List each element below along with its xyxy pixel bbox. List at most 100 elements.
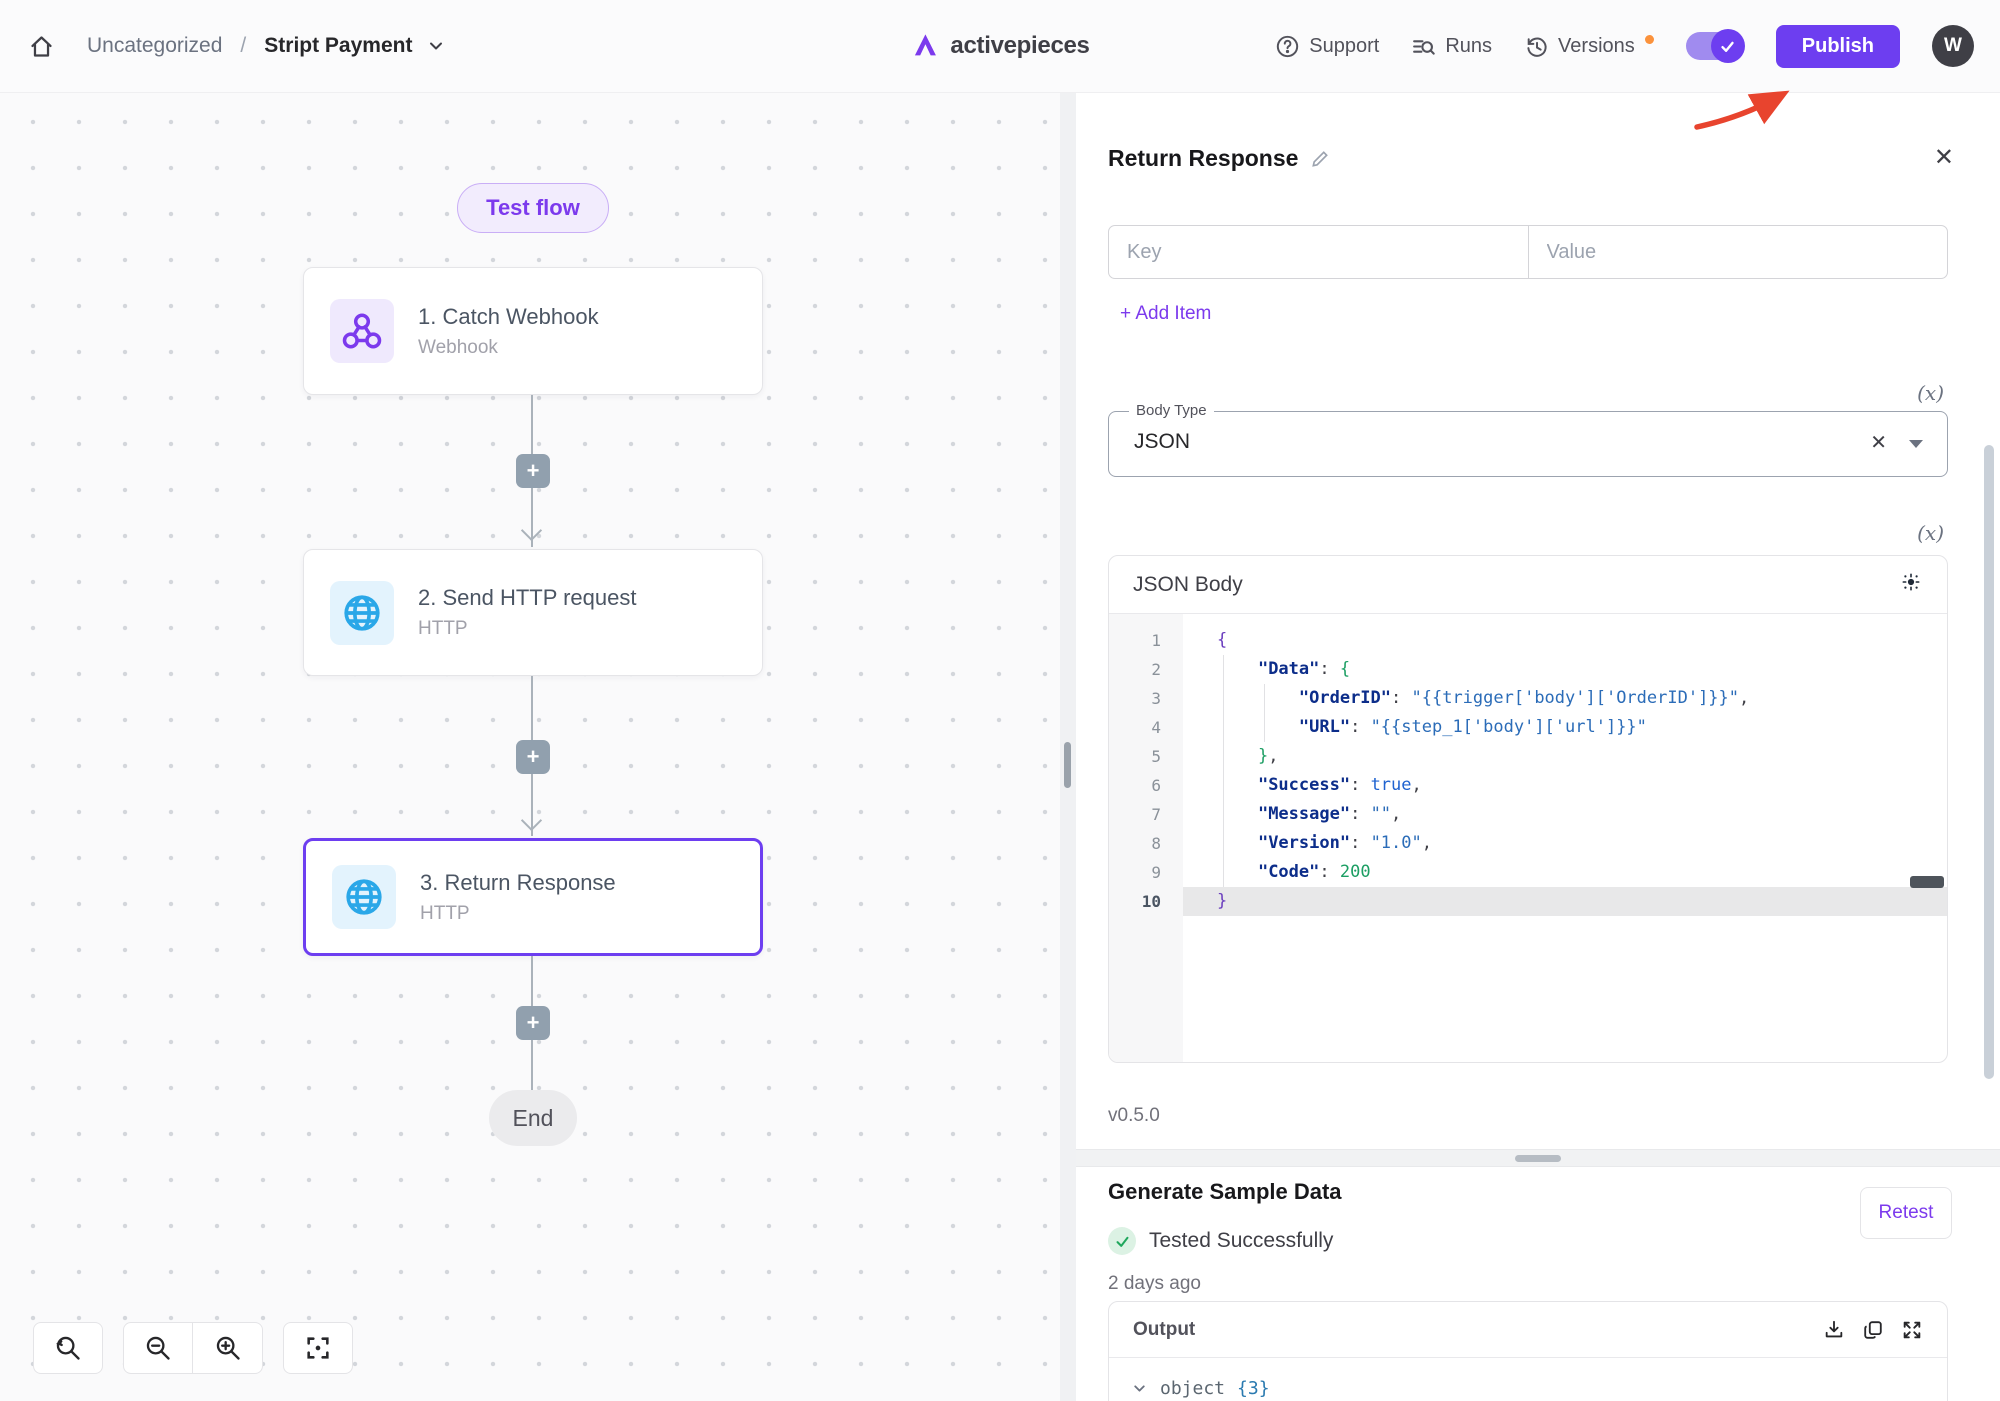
headers-key-value-row <box>1108 225 1948 279</box>
webhook-icon <box>330 299 394 363</box>
zoom-out-button[interactable] <box>124 1323 193 1373</box>
activepieces-logo-icon <box>910 32 940 60</box>
breadcrumb: Uncategorized / Stript Payment <box>0 33 446 60</box>
flow-name[interactable]: Stript Payment <box>264 34 412 58</box>
topbar: Uncategorized / Stript Payment activepie… <box>0 0 2000 93</box>
section-resize-handle[interactable] <box>1515 1155 1561 1162</box>
breadcrumb-separator: / <box>240 34 246 58</box>
piece-version-label: v0.5.0 <box>1108 1105 1160 1127</box>
zoom-controls <box>123 1322 263 1374</box>
editor-scrollbar-thumb[interactable] <box>1910 876 1944 888</box>
toggle-knob-check-icon <box>1711 29 1745 63</box>
runs-button[interactable]: Runs <box>1411 34 1492 59</box>
activepieces-logo-text: activepieces <box>950 32 1089 60</box>
support-label: Support <box>1309 35 1379 58</box>
flow-canvas[interactable]: Test flow 1. Catch Webhook Webhook + <box>0 93 1060 1401</box>
connector-arrowhead <box>521 520 542 541</box>
json-body-editor: JSON Body 1{2 "Da <box>1108 555 1948 1063</box>
add-step-button[interactable]: + <box>516 1006 550 1040</box>
end-node: End <box>489 1090 577 1146</box>
flow-enabled-toggle[interactable] <box>1686 32 1744 60</box>
code-line[interactable]: 5 }, <box>1109 742 1947 771</box>
code-line[interactable]: 9 "Code": 200 <box>1109 858 1947 887</box>
panel-scrollbar[interactable] <box>1984 445 1994 1079</box>
panel-resize-divider <box>1060 93 1076 1401</box>
add-step-button[interactable]: + <box>516 740 550 774</box>
node-type: object <box>1160 1378 1225 1399</box>
versions-button[interactable]: Versions <box>1524 34 1635 59</box>
runs-label: Runs <box>1445 35 1492 58</box>
insert-variable-icon[interactable]: (x) <box>1917 521 1944 545</box>
home-icon[interactable] <box>28 33 55 60</box>
add-item-button[interactable]: + Add Item <box>1120 303 1211 325</box>
test-timestamp: 2 days ago <box>1108 1273 1201 1295</box>
output-title: Output <box>1133 1319 1195 1341</box>
generate-sample-data-title: Generate Sample Data <box>1108 1179 1342 1205</box>
value-input[interactable] <box>1529 226 1948 278</box>
test-status-label: Tested Successfully <box>1149 1229 1333 1253</box>
code-line[interactable]: 10} <box>1109 887 1947 916</box>
zoom-in-button[interactable] <box>193 1323 262 1373</box>
flow-builder-screen: Uncategorized / Stript Payment activepie… <box>0 0 2000 1401</box>
ai-sparkle-icon[interactable] <box>1899 570 1923 599</box>
json-code-lines: 1{2 "Data": {3 "OrderID": "{{trigger['bo… <box>1109 614 1947 916</box>
panel-resize-handle[interactable] <box>1064 742 1071 788</box>
insert-variable-icon[interactable]: (x) <box>1917 381 1944 405</box>
activepieces-logo: activepieces <box>910 32 1089 60</box>
breadcrumb-folder[interactable]: Uncategorized <box>87 34 222 58</box>
body-type-label: Body Type <box>1129 402 1214 419</box>
expand-icon[interactable] <box>1901 1319 1923 1341</box>
help-circle-icon <box>1275 34 1300 59</box>
retest-button[interactable]: Retest <box>1860 1187 1952 1239</box>
key-input[interactable] <box>1109 226 1528 278</box>
step-title: 3. Return Response <box>420 870 616 896</box>
support-button[interactable]: Support <box>1275 34 1379 59</box>
output-tree-root[interactable]: object {3} <box>1109 1358 1947 1399</box>
zoom-reset-button[interactable] <box>33 1322 103 1374</box>
topbar-actions: Support Runs Versions <box>1275 25 2000 68</box>
close-panel-icon[interactable]: ✕ <box>1934 143 1954 172</box>
success-check-icon <box>1108 1227 1136 1255</box>
connector-arrowhead <box>521 810 542 831</box>
step-subtitle: Webhook <box>418 337 599 359</box>
code-line[interactable]: 6 "Success": true, <box>1109 771 1947 800</box>
code-line[interactable]: 8 "Version": "1.0", <box>1109 829 1947 858</box>
chevron-down-icon[interactable] <box>426 36 446 56</box>
step-subtitle: HTTP <box>420 903 616 925</box>
publish-button[interactable]: Publish <box>1776 25 1900 68</box>
add-step-button[interactable]: + <box>516 454 550 488</box>
test-flow-button[interactable]: Test flow <box>457 183 609 233</box>
tree-chevron-icon <box>1131 1380 1148 1397</box>
code-line[interactable]: 7 "Message": "", <box>1109 800 1947 829</box>
step-title: 2. Send HTTP request <box>418 585 637 611</box>
output-panel: Output <box>1108 1301 1948 1401</box>
body-type-select[interactable]: Body Type JSON ✕ <box>1108 411 1948 477</box>
step-settings-panel: Return Response ✕ + Add Item (x) Body Ty… <box>1076 93 2000 1401</box>
body-type-value: JSON <box>1134 430 1190 454</box>
fit-to-view-button[interactable] <box>283 1322 353 1374</box>
json-body-title: JSON Body <box>1133 573 1243 597</box>
code-line[interactable]: 2 "Data": { <box>1109 655 1947 684</box>
step-catch-webhook[interactable]: 1. Catch Webhook Webhook <box>303 267 763 395</box>
json-code-editor[interactable]: 1{2 "Data": {3 "OrderID": "{{trigger['bo… <box>1109 614 1947 1062</box>
globe-icon <box>332 865 396 929</box>
code-line[interactable]: 4 "URL": "{{step_1['body']['url']}}" <box>1109 713 1947 742</box>
versions-unpublished-dot <box>1645 35 1654 44</box>
node-count: {3} <box>1237 1378 1270 1399</box>
code-line[interactable]: 3 "OrderID": "{{trigger['body']['OrderID… <box>1109 684 1947 713</box>
step-return-response[interactable]: 3. Return Response HTTP <box>303 838 763 956</box>
step-send-http-request[interactable]: 2. Send HTTP request HTTP <box>303 549 763 676</box>
dropdown-caret-icon[interactable] <box>1909 440 1923 448</box>
clear-selection-icon[interactable]: ✕ <box>1870 430 1887 455</box>
section-resize-divider <box>1076 1149 2000 1167</box>
test-status-row: Tested Successfully <box>1108 1227 1333 1255</box>
download-icon[interactable] <box>1823 1319 1845 1341</box>
avatar[interactable]: W <box>1932 25 1974 67</box>
versions-history-icon <box>1524 34 1549 59</box>
edit-pencil-icon[interactable] <box>1310 149 1330 169</box>
panel-title: Return Response <box>1108 145 1298 172</box>
step-title: 1. Catch Webhook <box>418 304 599 330</box>
globe-icon <box>330 581 394 645</box>
copy-icon[interactable] <box>1862 1319 1884 1341</box>
code-line[interactable]: 1{ <box>1109 626 1947 655</box>
